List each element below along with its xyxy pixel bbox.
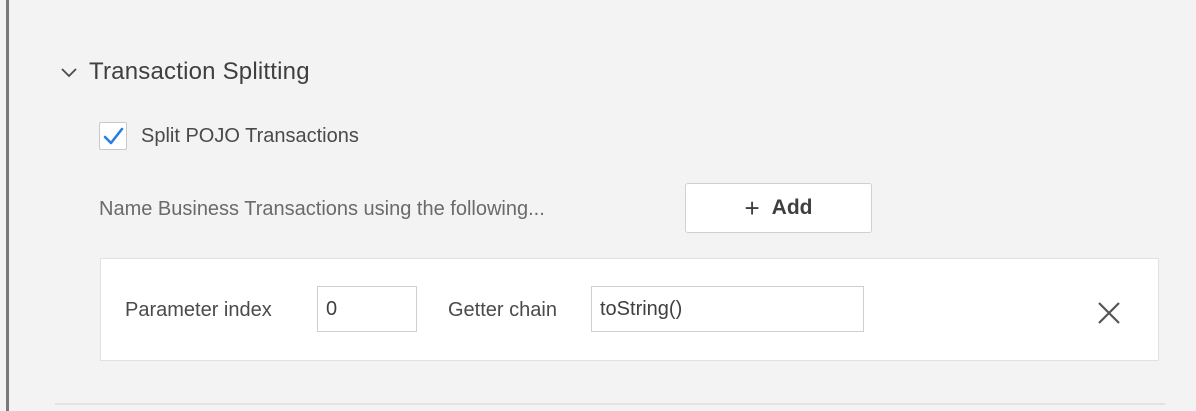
section-header-transaction-splitting[interactable]: Transaction Splitting bbox=[59, 52, 310, 92]
getter-chain-input[interactable] bbox=[591, 286, 864, 332]
split-pojo-checkbox[interactable] bbox=[99, 122, 127, 150]
split-pojo-label: Split POJO Transactions bbox=[141, 124, 359, 147]
split-pojo-row: Split POJO Transactions bbox=[99, 118, 359, 154]
section-divider bbox=[55, 403, 1165, 405]
plus-icon: + bbox=[744, 193, 760, 223]
add-button-label: Add bbox=[771, 196, 813, 219]
naming-row: Name Business Transactions using the fol… bbox=[99, 183, 545, 235]
section-title: Transaction Splitting bbox=[89, 58, 310, 85]
close-icon[interactable] bbox=[1095, 299, 1123, 327]
add-button[interactable]: + Add bbox=[685, 183, 872, 233]
splitting-rule-card: Parameter index Getter chain bbox=[100, 258, 1159, 361]
chevron-down-icon[interactable] bbox=[59, 62, 79, 82]
parameter-index-input[interactable] bbox=[317, 286, 417, 332]
settings-panel: Transaction Splitting Split POJO Transac… bbox=[9, 0, 1196, 411]
getter-chain-label: Getter chain bbox=[448, 299, 557, 321]
naming-label: Name Business Transactions using the fol… bbox=[99, 197, 545, 220]
check-icon bbox=[103, 127, 124, 145]
parameter-index-label: Parameter index bbox=[125, 299, 272, 321]
